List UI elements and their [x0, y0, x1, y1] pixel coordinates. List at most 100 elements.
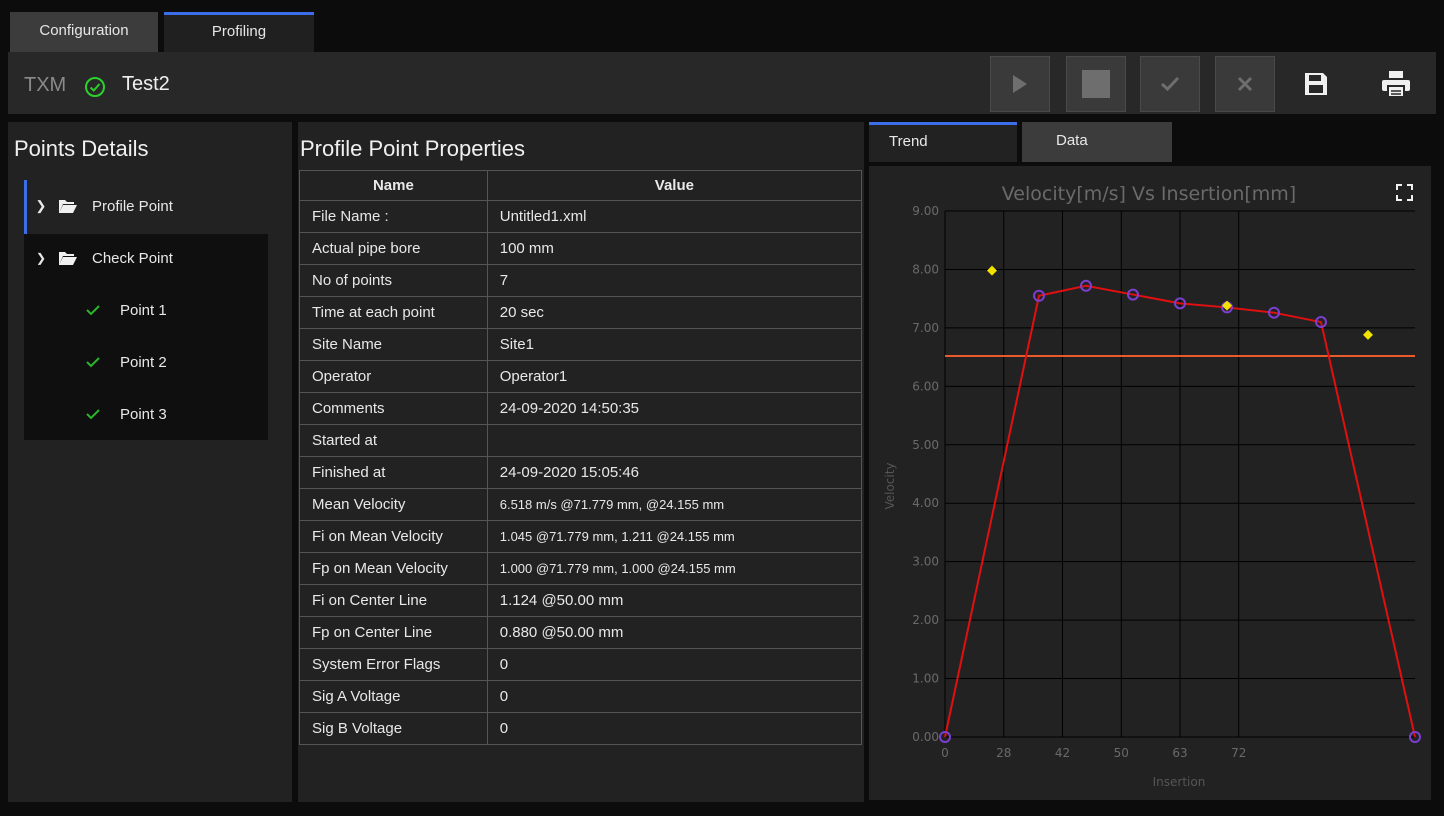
table-row[interactable]: Actual pipe bore 100 mm: [299, 232, 863, 265]
save-icon: [1305, 73, 1327, 95]
print-icon: [1382, 71, 1410, 98]
table-row[interactable]: Sig B Voltage 0: [299, 712, 863, 745]
x-tick-label: 42: [1055, 746, 1070, 760]
property-name: File Name :: [299, 200, 488, 233]
column-header-value: Value: [486, 170, 863, 201]
tree-item-profile-point[interactable]: ❯ Profile Point: [24, 180, 268, 232]
table-row[interactable]: Sig A Voltage 0: [299, 680, 863, 713]
y-tick-label: 4.00: [912, 496, 939, 510]
x-tick-label: 72: [1231, 746, 1246, 760]
chevron-right-icon[interactable]: ❯: [24, 198, 58, 214]
x-tick-label: 63: [1172, 746, 1187, 760]
table-row[interactable]: No of points 7: [299, 264, 863, 297]
check-point-marker: [1222, 300, 1232, 311]
property-name: Time at each point: [299, 296, 488, 329]
check-circle-icon: [84, 76, 106, 98]
x-tick-label: 50: [1114, 746, 1129, 760]
property-name: Sig A Voltage: [299, 680, 488, 713]
property-name: Fp on Center Line: [299, 616, 488, 649]
property-value: 100 mm: [486, 232, 863, 265]
close-icon: [1237, 76, 1253, 92]
tab-profiling[interactable]: Profiling: [164, 12, 314, 52]
save-button[interactable]: [1288, 56, 1344, 112]
cancel-button[interactable]: [1215, 56, 1275, 112]
check-point-marker: [1363, 329, 1373, 340]
property-name: No of points: [299, 264, 488, 297]
table-row[interactable]: Fi on Mean Velocity 1.045 @71.779 mm, 1.2…: [299, 520, 863, 553]
header-prefix: TXM: [24, 74, 67, 96]
print-button[interactable]: [1368, 56, 1424, 112]
y-tick-label: 8.00: [912, 262, 939, 276]
property-value: 24-09-2020 14:50:35: [486, 392, 863, 425]
property-name: Started at: [299, 424, 488, 457]
check-icon: [86, 305, 100, 316]
tree-item-label: Point 2: [120, 353, 167, 371]
velocity-chart: Velocity[m/s] Vs Insertion[mm] Velocity …: [883, 183, 1421, 789]
fullscreen-icon[interactable]: [1396, 184, 1413, 201]
property-name: Sig B Voltage: [299, 712, 488, 745]
tree-item-point-2[interactable]: Point 2: [24, 336, 268, 388]
folder-open-icon: [59, 200, 77, 213]
chevron-down-icon[interactable]: ❯: [24, 251, 58, 265]
check-icon: [1160, 76, 1180, 92]
property-name: Fi on Center Line: [299, 584, 488, 617]
y-tick-label: 6.00: [912, 379, 939, 393]
tree-item-label: Check Point: [92, 249, 173, 267]
y-tick-label: 5.00: [912, 438, 939, 452]
y-tick-label: 9.00: [912, 204, 939, 218]
property-name: Finished at: [299, 456, 488, 489]
y-tick-label: 7.00: [912, 321, 939, 335]
y-axis-label: Velocity: [883, 462, 897, 509]
table-row[interactable]: Site Name Site1: [299, 328, 863, 361]
table-row[interactable]: Comments 24-09-2020 14:50:35: [299, 392, 863, 425]
property-name: Comments: [299, 392, 488, 425]
tab-data[interactable]: Data: [1022, 122, 1172, 162]
tab-trend[interactable]: Trend: [869, 122, 1017, 162]
table-row[interactable]: Fp on Mean Velocity 1.000 @71.779 mm, 1.0…: [299, 552, 863, 585]
play-icon: [1013, 75, 1027, 93]
confirm-button[interactable]: [1140, 56, 1200, 112]
table-row[interactable]: Time at each point 20 sec: [299, 296, 863, 329]
x-tick-label: 0: [941, 746, 949, 760]
tab-configuration[interactable]: Configuration: [10, 12, 158, 52]
property-name: Fi on Mean Velocity: [299, 520, 488, 553]
tree-item-check-point[interactable]: ❯ Check Point: [24, 232, 268, 284]
property-name: System Error Flags: [299, 648, 488, 681]
check-icon: [86, 357, 100, 368]
y-tick-label: 1.00: [912, 672, 939, 686]
chart-title: Velocity[m/s] Vs Insertion[mm]: [1002, 183, 1296, 205]
folder-open-icon: [59, 252, 77, 265]
table-row[interactable]: Mean Velocity 6.518 m/s @71.779 mm, @24.1…: [299, 488, 863, 521]
property-value: Untitled1.xml: [486, 200, 863, 233]
properties-panel-title: Profile Point Properties: [300, 136, 525, 161]
property-value: [486, 424, 863, 457]
property-name: Fp on Mean Velocity: [299, 552, 488, 585]
x-axis-label: Insertion: [1153, 775, 1206, 789]
property-value: 6.518 m/s @71.779 mm, @24.155 mm: [486, 488, 863, 521]
table-row[interactable]: Fp on Center Line 0.880 @50.00 mm: [299, 616, 863, 649]
tree-item-label: Profile Point: [92, 197, 173, 215]
table-row[interactable]: Operator Operator1: [299, 360, 863, 393]
stop-button[interactable]: [1066, 56, 1126, 112]
table-row[interactable]: System Error Flags 0: [299, 648, 863, 681]
play-button[interactable]: [990, 56, 1050, 112]
property-name: Operator: [299, 360, 488, 393]
tree-item-point-1[interactable]: Point 1: [24, 284, 268, 336]
property-value: Operator1: [486, 360, 863, 393]
property-value: 1.045 @71.779 mm, 1.211 @24.155 mm: [486, 520, 863, 553]
x-tick-label: 28: [996, 746, 1011, 760]
table-row[interactable]: Finished at 24-09-2020 15:05:46: [299, 456, 863, 489]
property-value: Site1: [486, 328, 863, 361]
property-value: 7: [486, 264, 863, 297]
tree-item-point-3[interactable]: Point 3: [24, 388, 268, 440]
stop-icon: [1082, 70, 1110, 98]
property-value: 0: [486, 712, 863, 745]
table-row[interactable]: Fi on Center Line 1.124 @50.00 mm: [299, 584, 863, 617]
tree-item-label: Point 1: [120, 301, 167, 319]
properties-table: Name Value File Name : Untitled1.xml Actua…: [299, 170, 863, 745]
column-header-name: Name: [299, 170, 488, 201]
table-row[interactable]: File Name : Untitled1.xml: [299, 200, 863, 233]
y-tick-label: 2.00: [912, 613, 939, 627]
table-row[interactable]: Started at: [299, 424, 863, 457]
property-name: Actual pipe bore: [299, 232, 488, 265]
